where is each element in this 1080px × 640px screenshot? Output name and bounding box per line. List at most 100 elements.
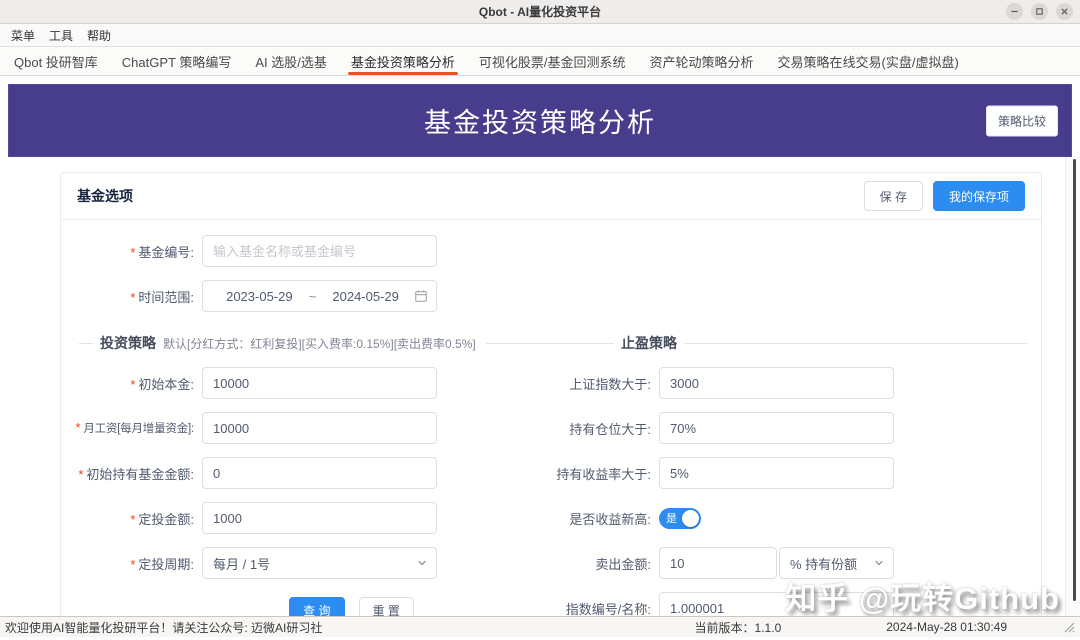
required-mark: * bbox=[130, 290, 135, 305]
statusbar: 欢迎使用AI智能量化投研平台！请关注公众号: 迈微AI研习社 当前版本：1.1.… bbox=[0, 616, 1080, 637]
chevron-down-icon bbox=[416, 557, 428, 569]
profit-new-high-row: 是否收益新高: 是 bbox=[551, 502, 1041, 534]
required-mark: * bbox=[130, 377, 135, 392]
index-code-label: 指数编号/名称: bbox=[551, 599, 651, 617]
window-titlebar: Qbot - AI量化投资平台 bbox=[0, 0, 1080, 24]
resize-grip-icon[interactable] bbox=[1063, 621, 1075, 633]
zhihu-watermark: 知乎 @玩转Github bbox=[785, 573, 1060, 616]
required-mark: * bbox=[130, 557, 135, 572]
fund-options-card: 基金选项 保 存 我的保存项 *基金编号: *时间范围: 2023-05-29 … bbox=[60, 172, 1042, 616]
tab-fund-strategy-analysis[interactable]: 基金投资策略分析 bbox=[339, 47, 467, 75]
required-mark: * bbox=[75, 420, 80, 435]
profit-new-high-label: 是否收益新高: bbox=[551, 509, 651, 528]
invest-strategy-column: *初始本金: *月工资[每月增量资金]: *初始持有基金金额: *定投金额: bbox=[61, 367, 551, 616]
sell-amount-input[interactable] bbox=[659, 547, 777, 579]
required-mark: * bbox=[78, 467, 83, 482]
toggle-knob bbox=[682, 510, 699, 527]
window-title: Qbot - AI量化投资平台 bbox=[479, 3, 601, 20]
date-separator: ~ bbox=[308, 289, 318, 304]
menu-item-tools[interactable]: 工具 bbox=[42, 27, 80, 44]
monthly-salary-label: *月工资[每月增量资金]: bbox=[61, 420, 194, 436]
page-title: 基金投资策略分析 bbox=[424, 101, 656, 140]
tab-chatgpt-strategy[interactable]: ChatGPT 策略编写 bbox=[110, 47, 244, 75]
date-range-picker[interactable]: 2023-05-29 ~ 2024-05-29 bbox=[202, 280, 437, 312]
form-actions: 查 询 重 置 bbox=[234, 597, 469, 616]
required-mark: * bbox=[130, 512, 135, 527]
profit-new-high-toggle[interactable]: 是 bbox=[659, 508, 701, 529]
date-range-row: *时间范围: 2023-05-29 ~ 2024-05-29 bbox=[61, 280, 1041, 312]
tab-online-trading[interactable]: 交易策略在线交易(实盘/虚拟盘) bbox=[766, 47, 971, 75]
return-above-input[interactable] bbox=[659, 457, 894, 489]
initial-fund-amount-input[interactable] bbox=[202, 457, 437, 489]
sell-unit-value: % 持有份额 bbox=[790, 554, 857, 573]
calendar-icon bbox=[414, 289, 428, 303]
aip-cycle-value: 每月 / 1号 bbox=[213, 554, 270, 573]
statusbar-welcome-text: 欢迎使用AI智能量化投研平台！请关注公众号: 迈微AI研习社 bbox=[5, 619, 695, 636]
fund-options-form: *基金编号: *时间范围: 2023-05-29 ~ 2024-05-29 bbox=[61, 220, 1041, 616]
tab-qbot-research[interactable]: Qbot 投研智库 bbox=[2, 47, 110, 75]
position-above-input[interactable] bbox=[659, 412, 894, 444]
divider-line bbox=[600, 343, 614, 344]
aip-cycle-row: *定投周期: 每月 / 1号 bbox=[61, 547, 551, 579]
invest-strategy-hint: 默认[分红方式：红利复投][买入费率:0.15%][卖出费率0.5%] bbox=[163, 335, 476, 352]
menu-item-help[interactable]: 帮助 bbox=[80, 27, 118, 44]
minimize-button[interactable] bbox=[1006, 3, 1023, 20]
strategy-compare-button[interactable]: 策略比较 bbox=[986, 105, 1058, 136]
vertical-scrollbar-thumb[interactable] bbox=[1073, 159, 1076, 601]
main-tabbar: Qbot 投研智库 ChatGPT 策略编写 AI 选股/选基 基金投资策略分析… bbox=[0, 47, 1080, 76]
return-above-row: 持有收益率大于: bbox=[551, 457, 1041, 489]
tab-visual-backtest[interactable]: 可视化股票/基金回测系统 bbox=[467, 47, 638, 75]
maximize-button[interactable] bbox=[1031, 3, 1048, 20]
fund-code-row: *基金编号: bbox=[61, 235, 1041, 267]
divider-line bbox=[79, 343, 93, 344]
tab-asset-rotation[interactable]: 资产轮动策略分析 bbox=[638, 47, 766, 75]
position-above-row: 持有仓位大于: bbox=[551, 412, 1041, 444]
position-above-label: 持有仓位大于: bbox=[551, 419, 651, 438]
statusbar-datetime: 2024-May-28 01:30:49 bbox=[886, 620, 1007, 634]
aip-cycle-label: *定投周期: bbox=[61, 554, 194, 573]
query-button[interactable]: 查 询 bbox=[289, 597, 344, 616]
required-mark: * bbox=[130, 245, 135, 260]
save-button[interactable]: 保 存 bbox=[864, 181, 923, 211]
initial-capital-row: *初始本金: bbox=[61, 367, 551, 399]
invest-strategy-section-header: 投资策略 默认[分红方式：红利复投][买入费率:0.15%][卖出费率0.5%] bbox=[61, 333, 600, 353]
minimize-icon bbox=[1010, 7, 1019, 16]
close-icon bbox=[1060, 7, 1069, 16]
divider-line bbox=[684, 343, 1027, 344]
fund-code-label: *基金编号: bbox=[61, 242, 194, 261]
aip-cycle-select[interactable]: 每月 / 1号 bbox=[202, 547, 437, 579]
sse-index-input[interactable] bbox=[659, 367, 894, 399]
toggle-on-label: 是 bbox=[666, 510, 677, 526]
page-banner: 基金投资策略分析 策略比较 bbox=[8, 84, 1072, 157]
initial-capital-input[interactable] bbox=[202, 367, 437, 399]
profit-strategy-section-header: 止盈策略 bbox=[600, 333, 1041, 353]
sell-amount-label: 卖出金额: bbox=[551, 554, 651, 573]
maximize-icon bbox=[1035, 7, 1044, 16]
strategy-section-headers: 投资策略 默认[分红方式：红利复投][买入费率:0.15%][卖出费率0.5%]… bbox=[61, 333, 1041, 353]
return-above-label: 持有收益率大于: bbox=[551, 464, 651, 483]
profit-strategy-title: 止盈策略 bbox=[621, 333, 677, 353]
aip-amount-label: *定投金额: bbox=[61, 509, 194, 528]
menu-item-menu[interactable]: 菜单 bbox=[4, 27, 42, 44]
initial-fund-amount-label: *初始持有基金金额: bbox=[61, 464, 194, 483]
date-start[interactable]: 2023-05-29 bbox=[211, 289, 308, 304]
vertical-scrollbar-track[interactable] bbox=[1065, 157, 1080, 616]
reset-button[interactable]: 重 置 bbox=[359, 597, 414, 616]
sse-index-label: 上证指数大于: bbox=[551, 374, 651, 393]
divider-line bbox=[486, 343, 600, 344]
fund-code-input[interactable] bbox=[202, 235, 437, 267]
monthly-salary-input[interactable] bbox=[202, 412, 437, 444]
card-title: 基金选项 bbox=[77, 186, 864, 206]
aip-amount-row: *定投金额: bbox=[61, 502, 551, 534]
main-content: 基金投资策略分析 策略比较 基金选项 保 存 我的保存项 *基金编号: *时间范… bbox=[0, 76, 1080, 616]
my-saved-items-button[interactable]: 我的保存项 bbox=[933, 181, 1025, 211]
initial-fund-amount-row: *初始持有基金金额: bbox=[61, 457, 551, 489]
invest-strategy-title: 投资策略 bbox=[100, 333, 156, 353]
close-button[interactable] bbox=[1056, 3, 1073, 20]
date-range-label: *时间范围: bbox=[61, 287, 194, 306]
monthly-salary-row: *月工资[每月增量资金]: bbox=[61, 412, 551, 444]
aip-amount-input[interactable] bbox=[202, 502, 437, 534]
statusbar-version: 当前版本：1.1.0 bbox=[695, 619, 782, 636]
date-end[interactable]: 2024-05-29 bbox=[317, 289, 414, 304]
tab-ai-stock-picking[interactable]: AI 选股/选基 bbox=[243, 47, 339, 75]
